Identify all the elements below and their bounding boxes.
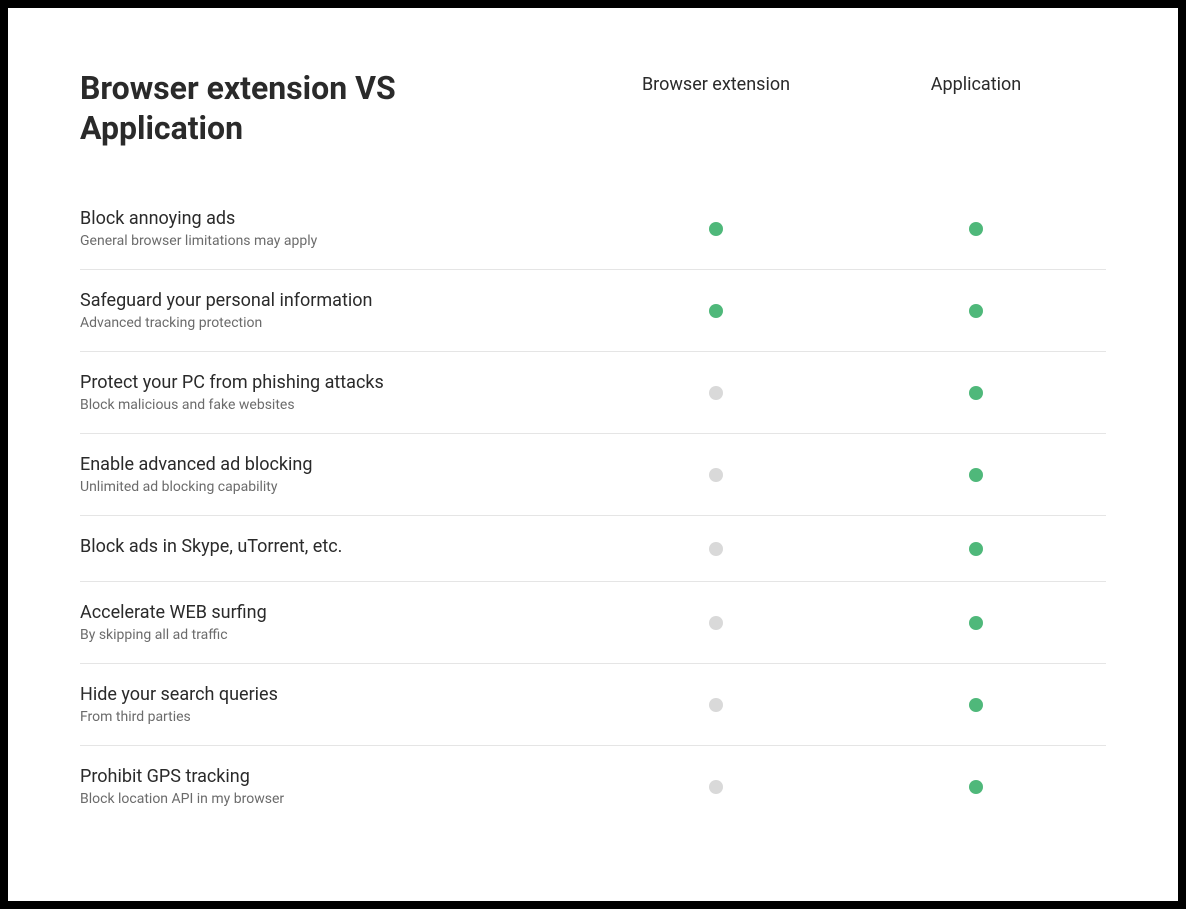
table-row: Hide your search queries From third parti… bbox=[80, 664, 1106, 746]
status-dot-unavailable-icon bbox=[709, 542, 723, 556]
feature-cell: Protect your PC from phishing attacks Blo… bbox=[80, 372, 586, 413]
status-dot-available-icon bbox=[969, 616, 983, 630]
feature-title: Enable advanced ad blocking bbox=[80, 454, 566, 475]
status-dot-unavailable-icon bbox=[709, 698, 723, 712]
status-dot-available-icon bbox=[969, 304, 983, 318]
status-dot-available-icon bbox=[709, 222, 723, 236]
status-dot-unavailable-icon bbox=[709, 386, 723, 400]
feature-title: Prohibit GPS tracking bbox=[80, 766, 566, 787]
feature-subtitle: By skipping all ad traffic bbox=[80, 627, 566, 643]
rows-container: Block annoying ads General browser limita… bbox=[80, 188, 1106, 827]
feature-cell: Hide your search queries From third parti… bbox=[80, 684, 586, 725]
application-status-cell bbox=[846, 780, 1106, 794]
application-status-cell bbox=[846, 698, 1106, 712]
extension-status-cell bbox=[586, 616, 846, 630]
extension-status-cell bbox=[586, 386, 846, 400]
feature-subtitle: Unlimited ad blocking capability bbox=[80, 479, 566, 495]
feature-title: Protect your PC from phishing attacks bbox=[80, 372, 566, 393]
status-dot-available-icon bbox=[709, 304, 723, 318]
status-dot-available-icon bbox=[969, 386, 983, 400]
extension-status-cell bbox=[586, 222, 846, 236]
feature-subtitle: Block location API in my browser bbox=[80, 791, 566, 807]
page-container: Browser extension VS Application Browser… bbox=[8, 8, 1178, 901]
status-dot-available-icon bbox=[969, 222, 983, 236]
column-header-extension: Browser extension bbox=[586, 68, 846, 95]
feature-cell: Accelerate WEB surfing By skipping all ad… bbox=[80, 602, 586, 643]
extension-status-cell bbox=[586, 304, 846, 318]
application-status-cell bbox=[846, 542, 1106, 556]
table-row: Safeguard your personal information Advan… bbox=[80, 270, 1106, 352]
feature-title: Accelerate WEB surfing bbox=[80, 602, 566, 623]
application-status-cell bbox=[846, 386, 1106, 400]
feature-title: Block annoying ads bbox=[80, 208, 566, 229]
feature-cell: Enable advanced ad blocking Unlimited ad … bbox=[80, 454, 586, 495]
feature-title: Hide your search queries bbox=[80, 684, 566, 705]
table-row: Prohibit GPS tracking Block location API … bbox=[80, 746, 1106, 827]
table-row: Block annoying ads General browser limita… bbox=[80, 188, 1106, 270]
table-row: Enable advanced ad blocking Unlimited ad … bbox=[80, 434, 1106, 516]
application-status-cell bbox=[846, 304, 1106, 318]
feature-cell: Safeguard your personal information Advan… bbox=[80, 290, 586, 331]
application-status-cell bbox=[846, 468, 1106, 482]
column-header-application: Application bbox=[846, 68, 1106, 95]
table-row: Accelerate WEB surfing By skipping all ad… bbox=[80, 582, 1106, 664]
table-header-row: Browser extension VS Application Browser… bbox=[80, 68, 1106, 148]
feature-subtitle: Advanced tracking protection bbox=[80, 315, 566, 331]
table-row: Block ads in Skype, uTorrent, etc. bbox=[80, 516, 1106, 582]
feature-cell: Prohibit GPS tracking Block location API … bbox=[80, 766, 586, 807]
status-dot-unavailable-icon bbox=[709, 616, 723, 630]
feature-subtitle: Block malicious and fake websites bbox=[80, 397, 566, 413]
table-row: Protect your PC from phishing attacks Blo… bbox=[80, 352, 1106, 434]
feature-title: Safeguard your personal information bbox=[80, 290, 566, 311]
status-dot-available-icon bbox=[969, 780, 983, 794]
page-title: Browser extension VS Application bbox=[80, 68, 566, 148]
extension-status-cell bbox=[586, 698, 846, 712]
status-dot-available-icon bbox=[969, 468, 983, 482]
feature-cell: Block annoying ads General browser limita… bbox=[80, 208, 586, 249]
extension-status-cell bbox=[586, 542, 846, 556]
status-dot-available-icon bbox=[969, 542, 983, 556]
application-status-cell bbox=[846, 616, 1106, 630]
feature-title: Block ads in Skype, uTorrent, etc. bbox=[80, 536, 566, 557]
feature-subtitle: From third parties bbox=[80, 709, 566, 725]
feature-subtitle: General browser limitations may apply bbox=[80, 233, 566, 249]
application-status-cell bbox=[846, 222, 1106, 236]
status-dot-available-icon bbox=[969, 698, 983, 712]
title-cell: Browser extension VS Application bbox=[80, 68, 586, 148]
comparison-table: Browser extension VS Application Browser… bbox=[80, 68, 1106, 827]
extension-status-cell bbox=[586, 468, 846, 482]
extension-status-cell bbox=[586, 780, 846, 794]
feature-cell: Block ads in Skype, uTorrent, etc. bbox=[80, 536, 586, 561]
status-dot-unavailable-icon bbox=[709, 780, 723, 794]
status-dot-unavailable-icon bbox=[709, 468, 723, 482]
